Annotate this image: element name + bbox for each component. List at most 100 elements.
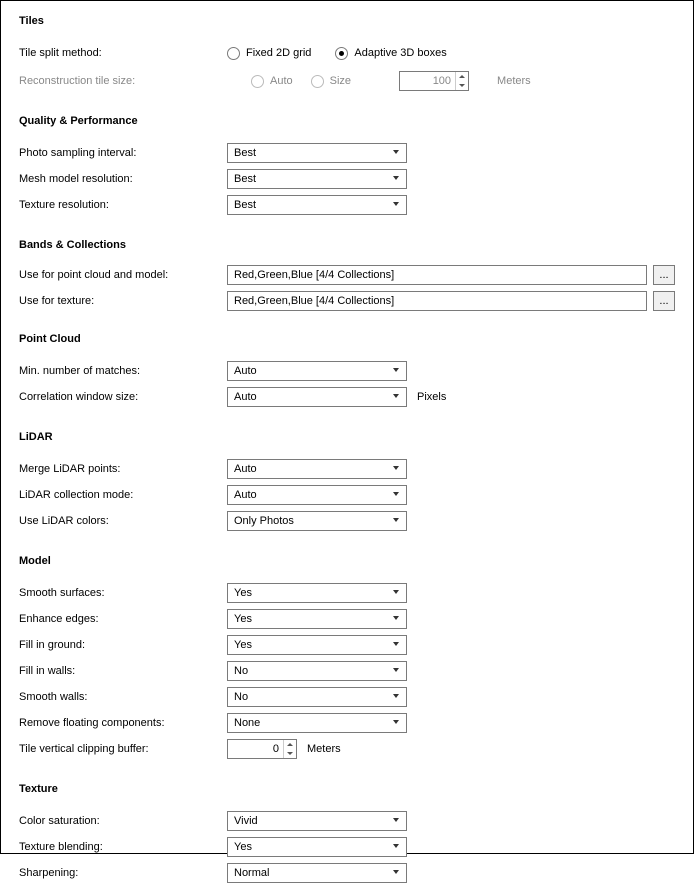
chevron-down-icon [393, 492, 400, 499]
corr-combo[interactable]: Auto [227, 387, 407, 407]
radio-fixed-2d-label: Fixed 2D grid [246, 47, 311, 59]
chevron-down-icon [393, 466, 400, 473]
quality-title: Quality & Performance [19, 115, 675, 127]
clip-label: Tile vertical clipping buffer: [19, 743, 227, 755]
lidar-colors-label: Use LiDAR colors: [19, 515, 227, 527]
lidar-merge-label: Merge LiDAR points: [19, 463, 227, 475]
chevron-down-icon [393, 668, 400, 675]
model-title: Model [19, 555, 675, 567]
settings-panel: Tiles Tile split method: Fixed 2D grid A… [0, 0, 694, 854]
bands-tex-browse-button[interactable]: ... [653, 291, 675, 311]
recon-tile-size-label: Reconstruction tile size: [19, 75, 227, 87]
bands-pc-value: Red,Green,Blue [4/4 Collections] [234, 269, 394, 281]
radio-icon [311, 75, 324, 88]
bands-pc-browse-button[interactable]: ... [653, 265, 675, 285]
tile-size-value: 100 [400, 75, 455, 87]
spinner-buttons [455, 72, 468, 90]
ground-combo[interactable]: Yes [227, 635, 407, 655]
corr-value: Auto [234, 391, 257, 403]
sharp-value: Normal [234, 867, 269, 879]
sat-combo[interactable]: Vivid [227, 811, 407, 831]
clip-value: 0 [228, 743, 283, 755]
radio-size-label: Size [330, 75, 351, 87]
corr-unit: Pixels [417, 391, 446, 403]
clip-spinner[interactable]: 0 [227, 739, 297, 759]
edges-label: Enhance edges: [19, 613, 227, 625]
bands-tex-input[interactable]: Red,Green,Blue [4/4 Collections] [227, 291, 647, 311]
spinner-down-icon[interactable] [284, 749, 296, 758]
radio-auto: Auto [251, 75, 293, 88]
tiles-title: Tiles [19, 15, 675, 27]
lidar-mode-combo[interactable]: Auto [227, 485, 407, 505]
recon-tile-size-row: Reconstruction tile size: Auto Size 100 … [19, 69, 675, 93]
blend-combo[interactable]: Yes [227, 837, 407, 857]
sharp-combo[interactable]: Normal [227, 863, 407, 883]
texture-title: Texture [19, 783, 675, 795]
chevron-down-icon [393, 518, 400, 525]
spinner-buttons[interactable] [283, 740, 296, 758]
lidar-colors-combo[interactable]: Only Photos [227, 511, 407, 531]
radio-icon [251, 75, 264, 88]
tex-res-combo[interactable]: Best [227, 195, 407, 215]
mesh-label: Mesh model resolution: [19, 173, 227, 185]
mesh-combo[interactable]: Best [227, 169, 407, 189]
bands-pc-label: Use for point cloud and model: [19, 269, 227, 281]
chevron-down-icon [393, 150, 400, 157]
radio-fixed-2d[interactable]: Fixed 2D grid [227, 47, 311, 60]
sat-label: Color saturation: [19, 815, 227, 827]
blend-value: Yes [234, 841, 252, 853]
sharp-label: Sharpening: [19, 867, 227, 879]
chevron-down-icon [393, 870, 400, 877]
lidar-mode-label: LiDAR collection mode: [19, 489, 227, 501]
walls-label: Fill in walls: [19, 665, 227, 677]
radio-icon [227, 47, 240, 60]
float-combo[interactable]: None [227, 713, 407, 733]
smooth-value: Yes [234, 587, 252, 599]
chevron-down-icon [393, 590, 400, 597]
clip-unit: Meters [307, 743, 341, 755]
float-value: None [234, 717, 260, 729]
sampling-combo[interactable]: Best [227, 143, 407, 163]
matches-value: Auto [234, 365, 257, 377]
lidar-merge-combo[interactable]: Auto [227, 459, 407, 479]
spinner-up-icon[interactable] [284, 740, 296, 749]
radio-adaptive-3d-label: Adaptive 3D boxes [354, 47, 446, 59]
tile-split-label: Tile split method: [19, 47, 227, 59]
chevron-down-icon [393, 176, 400, 183]
smoothwalls-label: Smooth walls: [19, 691, 227, 703]
mesh-value: Best [234, 173, 256, 185]
walls-combo[interactable]: No [227, 661, 407, 681]
edges-combo[interactable]: Yes [227, 609, 407, 629]
matches-combo[interactable]: Auto [227, 361, 407, 381]
spinner-up-icon [456, 72, 468, 81]
ground-label: Fill in ground: [19, 639, 227, 651]
tile-split-row: Tile split method: Fixed 2D grid Adaptiv… [19, 41, 675, 65]
radio-auto-label: Auto [270, 75, 293, 87]
chevron-down-icon [393, 642, 400, 649]
tile-size-spinner: 100 [399, 71, 469, 91]
matches-label: Min. number of matches: [19, 365, 227, 377]
bands-pc-input[interactable]: Red,Green,Blue [4/4 Collections] [227, 265, 647, 285]
lidar-title: LiDAR [19, 431, 675, 443]
radio-icon [335, 47, 348, 60]
corr-label: Correlation window size: [19, 391, 227, 403]
lidar-colors-value: Only Photos [234, 515, 294, 527]
tex-res-value: Best [234, 199, 256, 211]
tile-split-radios: Fixed 2D grid Adaptive 3D boxes [227, 47, 447, 60]
edges-value: Yes [234, 613, 252, 625]
chevron-down-icon [393, 202, 400, 209]
smooth-label: Smooth surfaces: [19, 587, 227, 599]
tile-size-unit: Meters [497, 75, 531, 87]
smooth-combo[interactable]: Yes [227, 583, 407, 603]
lidar-merge-value: Auto [234, 463, 257, 475]
sat-value: Vivid [234, 815, 258, 827]
float-label: Remove floating components: [19, 717, 227, 729]
radio-adaptive-3d[interactable]: Adaptive 3D boxes [335, 47, 446, 60]
pointcloud-title: Point Cloud [19, 333, 675, 345]
blend-label: Texture blending: [19, 841, 227, 853]
bands-title: Bands & Collections [19, 239, 675, 251]
chevron-down-icon [393, 720, 400, 727]
ground-value: Yes [234, 639, 252, 651]
sampling-value: Best [234, 147, 256, 159]
smoothwalls-combo[interactable]: No [227, 687, 407, 707]
